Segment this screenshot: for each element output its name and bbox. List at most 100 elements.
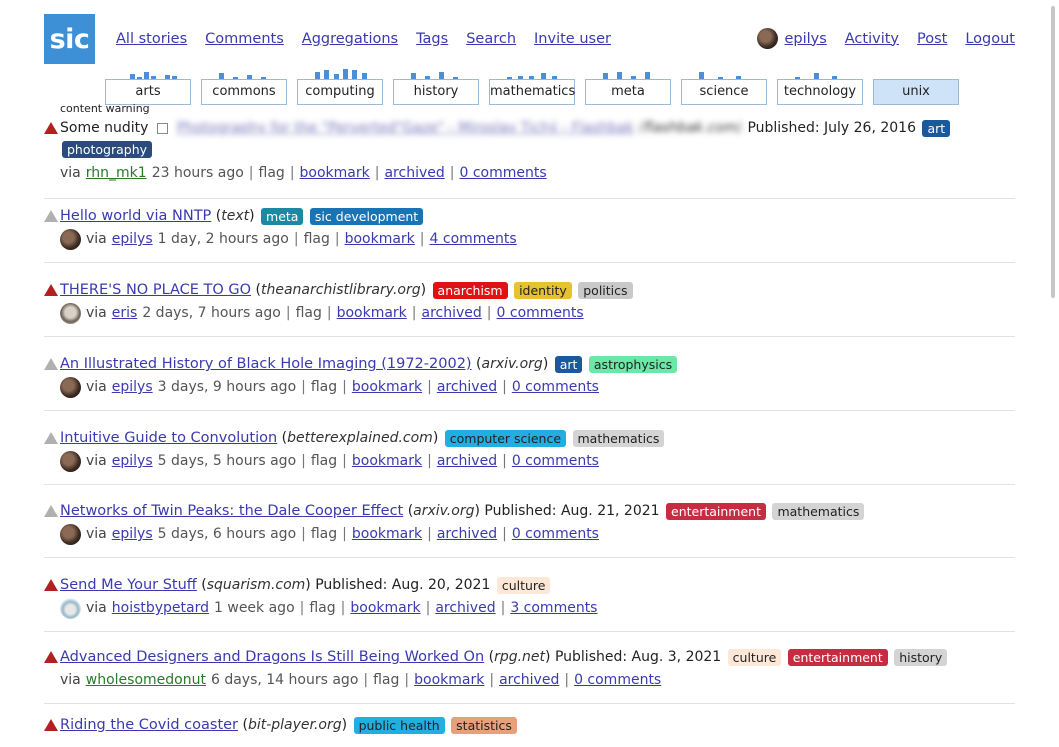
submitter-link[interactable]: wholesomedonut — [86, 669, 206, 691]
tag-badge[interactable]: art — [922, 119, 951, 137]
upvote-icon[interactable] — [44, 432, 58, 444]
site-logo[interactable]: sic — [44, 14, 95, 64]
user-profile[interactable]: epilys — [757, 28, 827, 49]
upvote-icon[interactable] — [44, 122, 58, 134]
nav-aggregations[interactable]: Aggregations — [302, 31, 398, 47]
tag-badge[interactable]: anarchism — [432, 281, 508, 299]
story-title-link[interactable]: Networks of Twin Peaks: the Dale Cooper … — [60, 503, 403, 519]
nav-search[interactable]: Search — [466, 31, 516, 47]
upvote-icon[interactable] — [44, 651, 58, 663]
tag-badge[interactable]: history — [894, 648, 948, 666]
comments-link[interactable]: 3 comments — [510, 597, 597, 619]
story-title-link[interactable]: Riding the Covid coaster — [60, 717, 238, 733]
archived-link[interactable]: archived — [435, 597, 495, 619]
archived-link[interactable]: archived — [437, 376, 497, 398]
story-title-link[interactable]: An Illustrated History of Black Hole Ima… — [60, 356, 472, 372]
tab-commons[interactable]: commons — [201, 66, 287, 105]
flag-button[interactable]: flag — [311, 523, 337, 545]
flag-button[interactable]: flag — [296, 302, 322, 324]
tab-unix[interactable]: unix — [873, 66, 959, 105]
scrollbar-thumb[interactable] — [1051, 6, 1055, 298]
story-title-link[interactable]: Intuitive Guide to Convolution — [60, 430, 277, 446]
tab-arts[interactable]: arts — [105, 66, 191, 105]
submitter-link[interactable]: epilys — [112, 523, 153, 545]
submitter-link[interactable]: epilys — [112, 376, 153, 398]
nav-activity[interactable]: Activity — [845, 31, 899, 47]
bookmark-link[interactable]: bookmark — [300, 162, 370, 184]
tag-badge[interactable]: politics — [578, 281, 633, 299]
submitter-link[interactable]: eris — [112, 302, 138, 324]
flag-button[interactable]: flag — [373, 669, 399, 691]
submitter-link[interactable]: epilys — [112, 450, 153, 472]
tag-badge[interactable]: culture — [496, 576, 551, 594]
nav-logout[interactable]: Logout — [965, 31, 1015, 47]
tag-badge[interactable]: photography — [62, 140, 153, 158]
flag-button[interactable]: flag — [309, 597, 335, 619]
submitter-link[interactable]: rhn_mk1 — [86, 162, 147, 184]
upvote-icon[interactable] — [44, 210, 58, 222]
tag-badge[interactable]: statistics — [451, 716, 517, 734]
upvote-icon[interactable] — [44, 505, 58, 517]
upvote-icon[interactable] — [44, 284, 58, 296]
submitter-link[interactable]: epilys — [112, 228, 153, 250]
upvote-icon[interactable] — [44, 719, 58, 731]
comments-link[interactable]: 0 comments — [497, 302, 584, 324]
archived-link[interactable]: archived — [437, 523, 497, 545]
archived-link[interactable]: archived — [384, 162, 444, 184]
tag-badge[interactable]: culture — [727, 648, 782, 666]
comments-link[interactable]: 0 comments — [512, 523, 599, 545]
story-title-link[interactable]: Hello world via NNTP — [60, 208, 211, 224]
story-title-link[interactable]: Send Me Your Stuff — [60, 577, 197, 593]
tag-badge[interactable]: astrophysics — [588, 355, 678, 373]
tag-badge[interactable]: entertainment — [666, 502, 766, 520]
tag-badge[interactable]: public health — [353, 716, 445, 734]
username-link[interactable]: epilys — [784, 31, 826, 47]
tab-history[interactable]: history — [393, 66, 479, 105]
flag-button[interactable]: flag — [311, 450, 337, 472]
archived-link[interactable]: archived — [437, 450, 497, 472]
flag-button[interactable]: flag — [311, 376, 337, 398]
bookmark-link[interactable]: bookmark — [350, 597, 420, 619]
archived-link[interactable]: archived — [422, 302, 482, 324]
bookmark-link[interactable]: bookmark — [337, 302, 407, 324]
tag-badge[interactable]: identity — [514, 281, 572, 299]
nav-tags[interactable]: Tags — [416, 31, 448, 47]
tag-badge[interactable]: computer science — [444, 429, 567, 447]
upvote-icon[interactable] — [44, 358, 58, 370]
tab-computing[interactable]: computing — [297, 66, 383, 105]
comments-link[interactable]: 0 comments — [459, 162, 546, 184]
nav-post[interactable]: Post — [917, 31, 947, 47]
tab-meta[interactable]: meta — [585, 66, 671, 105]
tag-badge[interactable]: entertainment — [787, 648, 888, 666]
tab-mathematics[interactable]: mathematics — [489, 66, 575, 105]
story-title-link[interactable]: THERE'S NO PLACE TO GO — [60, 282, 251, 298]
bookmark-link[interactable]: bookmark — [352, 523, 422, 545]
comments-link[interactable]: 0 comments — [512, 450, 599, 472]
comments-link[interactable]: 4 comments — [430, 228, 517, 250]
story-title-link[interactable]: Advanced Designers and Dragons Is Still … — [60, 649, 484, 665]
tag-badge[interactable]: mathematics — [572, 429, 665, 447]
story-header: Intuitive Guide to Convolution (betterex… — [60, 428, 665, 448]
nav-invite-user[interactable]: Invite user — [534, 31, 611, 47]
archived-link[interactable]: archived — [499, 669, 559, 691]
tag-badge[interactable]: mathematics — [772, 502, 865, 520]
flag-button[interactable]: flag — [259, 162, 285, 184]
tag-badge[interactable]: art — [554, 355, 583, 373]
submitter-link[interactable]: hoistbypetard — [112, 597, 209, 619]
comments-link[interactable]: 0 comments — [512, 376, 599, 398]
tab-science[interactable]: science — [681, 66, 767, 105]
bookmark-link[interactable]: bookmark — [352, 450, 422, 472]
nav-all-stories[interactable]: All stories — [116, 31, 187, 47]
tag-badge[interactable]: meta — [261, 207, 304, 225]
comments-link[interactable]: 0 comments — [574, 669, 661, 691]
reveal-checkbox[interactable] — [157, 123, 169, 134]
nav-comments[interactable]: Comments — [205, 31, 284, 47]
flag-button[interactable]: flag — [304, 228, 330, 250]
upvote-icon[interactable] — [44, 579, 58, 591]
bookmark-link[interactable]: bookmark — [345, 228, 415, 250]
tag-badge[interactable]: sic development — [309, 207, 424, 225]
bookmark-link[interactable]: bookmark — [352, 376, 422, 398]
bookmark-link[interactable]: bookmark — [414, 669, 484, 691]
tab-technology[interactable]: technology — [777, 66, 863, 105]
story-title-link[interactable]: Photography for the "Perverted"Gaze" - M… — [177, 120, 634, 136]
